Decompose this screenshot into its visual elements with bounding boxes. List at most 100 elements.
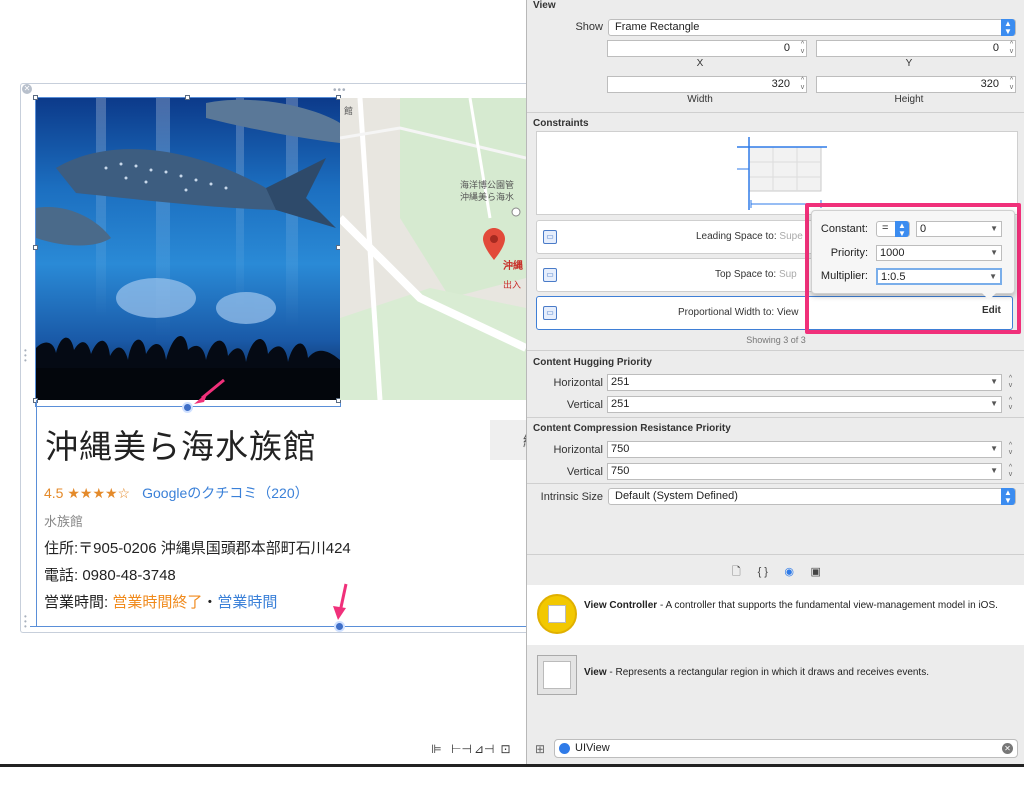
phone-value[interactable]: 0980-48-3748 bbox=[82, 567, 175, 584]
stepper-icon[interactable]: ^ v bbox=[1006, 442, 1015, 457]
constant-combo[interactable]: 0 ▼ bbox=[916, 221, 1002, 237]
divider bbox=[527, 417, 1024, 418]
constraint-icon: ▭ bbox=[543, 230, 557, 244]
stepper-icon[interactable]: ^ v bbox=[1006, 375, 1015, 390]
align-icon[interactable]: ⊫ bbox=[428, 742, 445, 758]
clear-filter-icon[interactable]: ✕ bbox=[1002, 743, 1013, 754]
storyboard-canvas[interactable]: ✕ ••• • • • • • • 館 海洋博公園管 沖縄美ら海水 沖縄 出入 … bbox=[0, 0, 537, 764]
side-drag-handle-icon[interactable]: • • • bbox=[24, 347, 28, 365]
map-label: 沖縄美ら海水 bbox=[460, 192, 515, 202]
annotation-arrow-icon bbox=[194, 378, 225, 404]
priority-label: Priority: bbox=[830, 247, 868, 259]
compression-vertical-combo[interactable]: 750 ▼ bbox=[607, 463, 1002, 480]
pin-icon[interactable]: ⊢⊣ bbox=[451, 742, 472, 758]
resize-handle[interactable] bbox=[33, 245, 38, 250]
autolayout-toolbar: ⊫ ⊢⊣ ⊿⊣ ⊡ bbox=[428, 742, 514, 758]
width-stepper-icon[interactable]: ^ v bbox=[798, 77, 807, 92]
map-label: 出入 bbox=[503, 280, 522, 290]
compression-section-header: Content Compression Resistance Priority bbox=[533, 423, 731, 434]
map-place-label: 沖縄 bbox=[503, 261, 523, 272]
constraint-label: Leading Space to: Supe bbox=[696, 231, 803, 242]
x-field[interactable]: 0 bbox=[607, 40, 807, 57]
place-info-panel: 沖縄美ら海水族館 経 4.5 ★★★★☆ Googleのクチコミ（220） 水族館… bbox=[36, 400, 537, 626]
intrinsic-size-value: Default (System Defined) bbox=[615, 490, 738, 502]
resize-handle[interactable] bbox=[33, 95, 38, 100]
view-icon bbox=[537, 655, 577, 695]
constraint-icon: ▭ bbox=[543, 306, 557, 320]
show-popup[interactable]: Frame Rectangle ▲ ▼ bbox=[608, 19, 1016, 36]
media-library-icon[interactable]: ▣ bbox=[805, 565, 827, 578]
multiplier-label: Multiplier: bbox=[820, 270, 868, 282]
show-value: Frame Rectangle bbox=[615, 21, 700, 33]
multiplier-combo[interactable]: 1:0.5 ▼ bbox=[876, 268, 1002, 285]
place-category: 水族館 bbox=[44, 514, 84, 529]
bottom-constraint-guide bbox=[30, 626, 526, 627]
grid-view-icon[interactable]: ⊞ bbox=[535, 742, 545, 756]
divider bbox=[527, 554, 1024, 555]
width-field[interactable]: 320 bbox=[607, 76, 807, 93]
view-controller-icon bbox=[537, 594, 577, 634]
reviews-link[interactable]: Googleのクチコミ（220） bbox=[142, 485, 309, 501]
constant-label: Constant: bbox=[820, 223, 868, 235]
map-label: 館 bbox=[344, 106, 354, 116]
compression-horizontal-label: Horizontal bbox=[553, 444, 603, 456]
directions-button[interactable]: 経 bbox=[490, 420, 537, 460]
showing-count: Showing 3 of 3 bbox=[746, 335, 806, 345]
constraint-knob[interactable] bbox=[334, 621, 345, 632]
popup-arrows-icon: ▲ ▼ bbox=[895, 221, 909, 238]
aquarium-image-view[interactable] bbox=[36, 98, 340, 400]
hours-separator: ・ bbox=[202, 594, 218, 611]
constraints-section-header: Constraints bbox=[533, 118, 589, 129]
y-label: Y bbox=[905, 58, 913, 69]
side-drag-handle-icon[interactable]: • • • bbox=[24, 613, 28, 631]
divider bbox=[527, 112, 1024, 113]
relation-popup[interactable]: = ▲ ▼ bbox=[876, 221, 910, 238]
map-view[interactable]: 館 海洋博公園管 沖縄美ら海水 沖縄 出入 bbox=[340, 98, 526, 400]
show-label: Show bbox=[575, 21, 603, 33]
hugging-horizontal-combo[interactable]: 251 ▼ bbox=[607, 374, 1002, 391]
resolve-issues-icon[interactable]: ⊿⊣ bbox=[474, 742, 495, 758]
divider bbox=[527, 350, 1024, 351]
map-pin-icon[interactable] bbox=[483, 228, 505, 262]
edit-constraint-button[interactable]: Edit bbox=[982, 305, 1001, 316]
hugging-vertical-combo[interactable]: 251 ▼ bbox=[607, 396, 1002, 413]
y-stepper-icon[interactable]: ^ v bbox=[1007, 41, 1016, 56]
constraint-label: Top Space to: Sup bbox=[715, 269, 797, 280]
xcode-interface-builder: ✕ ••• • • • • • • 館 海洋博公園管 沖縄美ら海水 沖縄 出入 … bbox=[0, 0, 1024, 786]
phone-label: 電話: bbox=[44, 567, 79, 584]
x-label: X bbox=[696, 58, 704, 69]
compression-vertical-label: Vertical bbox=[566, 466, 603, 478]
y-field[interactable]: 0 bbox=[816, 40, 1016, 57]
rating-line: 4.5 ★★★★☆ Googleのクチコミ（220） bbox=[44, 483, 309, 503]
address-value: 〒905-0206 沖縄県国頭郡本部町石川424 bbox=[78, 540, 351, 557]
map-label: 海洋博公園管 bbox=[460, 180, 515, 190]
library-item-view[interactable]: View - Represents a rectangular region i… bbox=[527, 646, 1024, 704]
priority-combo[interactable]: 1000 ▼ bbox=[876, 245, 1002, 261]
code-snippet-icon[interactable]: { } bbox=[752, 566, 774, 578]
size-inspector: View Show Frame Rectangle ▲ ▼ 0 ^ v 0 ^ v X… bbox=[526, 0, 1024, 764]
intrinsic-size-popup[interactable]: Default (System Defined) ▲ ▼ bbox=[608, 488, 1016, 505]
compression-horizontal-combo[interactable]: 750 ▼ bbox=[607, 441, 1002, 458]
place-title: 沖縄美ら海水族館 bbox=[45, 427, 317, 466]
x-stepper-icon[interactable]: ^ v bbox=[798, 41, 807, 56]
file-template-icon[interactable]: 🗋 bbox=[725, 563, 747, 582]
library-filter-field[interactable]: UIView ✕ bbox=[554, 739, 1018, 758]
rating-stars: 4.5 ★★★★☆ bbox=[44, 485, 131, 501]
hours-link[interactable]: 営業時間 bbox=[217, 594, 277, 611]
resizing-icon[interactable]: ⊡ bbox=[497, 742, 514, 758]
popup-arrows-icon: ▲ ▼ bbox=[1001, 488, 1015, 505]
popover-arrow bbox=[982, 293, 996, 300]
stepper-icon[interactable]: ^ v bbox=[1006, 464, 1015, 479]
popup-arrows-icon: ▲ ▼ bbox=[1001, 19, 1015, 36]
height-field[interactable]: 320 bbox=[816, 76, 1016, 93]
object-library-icon[interactable]: ◉ bbox=[778, 565, 800, 578]
stepper-icon[interactable]: ^ v bbox=[1006, 397, 1015, 412]
scene-close-icon[interactable]: ✕ bbox=[22, 84, 32, 94]
library-item-description: View - Represents a rectangular region i… bbox=[584, 667, 929, 678]
filter-object-icon bbox=[559, 743, 570, 754]
height-stepper-icon[interactable]: ^ v bbox=[1007, 77, 1016, 92]
resize-handle[interactable] bbox=[185, 95, 190, 100]
library-item-view-controller[interactable]: View Controller - A controller that supp… bbox=[527, 585, 1024, 645]
hugging-vertical-label: Vertical bbox=[566, 399, 603, 411]
height-label: Height bbox=[894, 94, 924, 105]
